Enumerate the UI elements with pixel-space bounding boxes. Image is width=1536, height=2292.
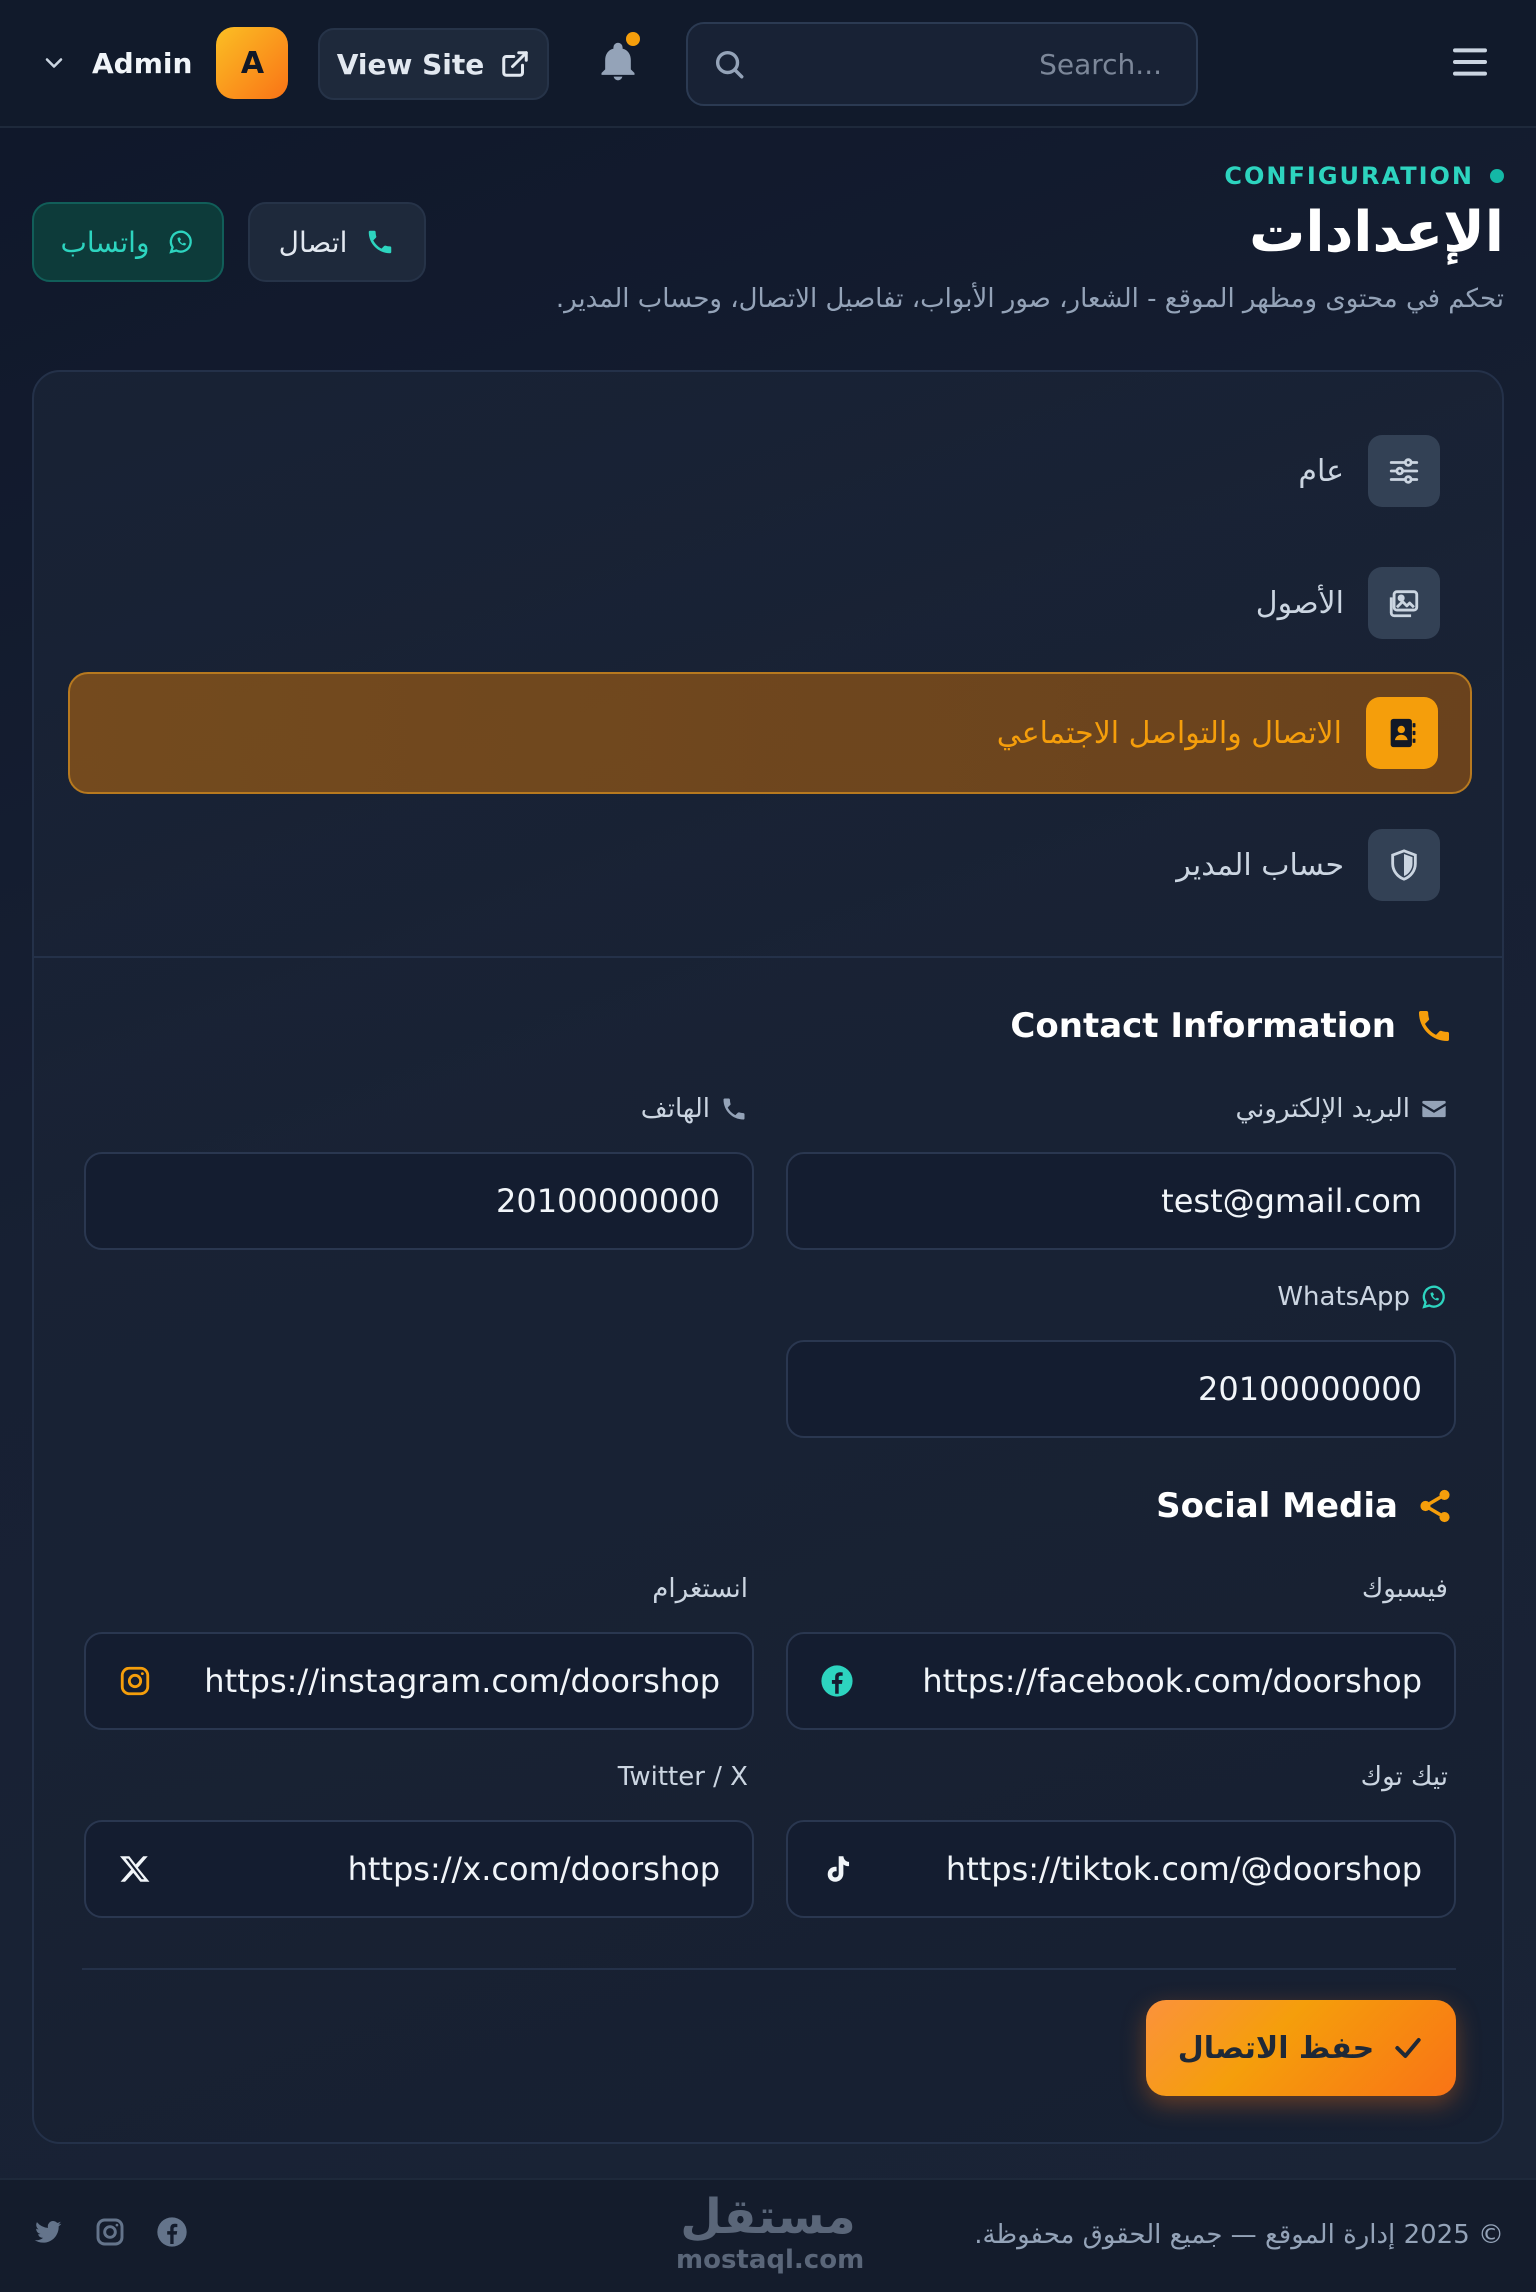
- instagram-label: انستغرام: [652, 1574, 748, 1604]
- tiktok-icon: [827, 1856, 850, 1882]
- check-icon: [1395, 2038, 1421, 2058]
- twitter-label-text: Twitter / X: [617, 1762, 748, 1792]
- social-section-heading: Social Media: [1156, 1486, 1454, 1526]
- eyebrow-text: CONFIGURATION: [1224, 162, 1474, 190]
- share-icon: [1420, 1489, 1450, 1523]
- brand-english: mostaql.com: [676, 2245, 865, 2275]
- facebook-label-text: فيسبوك: [1361, 1574, 1448, 1604]
- copyright-text: © 2025 إدارة الموقع — جميع الحقوق محفوظة…: [974, 2220, 1504, 2250]
- mostaql-watermark: مستقل mostaql.com: [676, 2188, 865, 2284]
- tab-label: عام: [1298, 453, 1344, 489]
- tab-general[interactable]: عام: [68, 410, 1472, 532]
- whatsapp-label: WhatsApp: [1277, 1282, 1448, 1312]
- phone-input[interactable]: [118, 1182, 720, 1220]
- search-input[interactable]: [746, 47, 1162, 81]
- whatsapp-icon: [1422, 1285, 1445, 1309]
- chevron-down-icon: [45, 58, 63, 68]
- whatsapp-icon: [169, 230, 193, 254]
- instagram-icon: [120, 1666, 150, 1696]
- eyebrow-dot: [1490, 169, 1504, 183]
- save-contact-button[interactable]: حفظ الاتصال: [1146, 2000, 1456, 2096]
- view-site-label: View Site: [336, 47, 485, 81]
- address-book-icon: [1366, 697, 1438, 769]
- facebook-icon: [821, 1665, 853, 1697]
- whatsapp-button-label: واتساب: [60, 225, 150, 259]
- whatsapp-button[interactable]: واتساب: [32, 202, 224, 282]
- tiktok-label-text: تيك توك: [1360, 1762, 1448, 1792]
- page-subtitle: تحكم في محتوى ومظهر الموقع - الشعار، صور…: [555, 284, 1504, 314]
- call-button[interactable]: اتصال: [248, 202, 426, 282]
- brand-arabic: مستقل: [680, 2189, 856, 2245]
- top-bar: Admin A View Site: [0, 0, 1536, 128]
- phone-icon: [723, 1098, 745, 1120]
- tab-label: حساب المدير: [1176, 847, 1344, 883]
- facebook-icon[interactable]: [156, 2216, 188, 2248]
- notification-badge: [626, 32, 640, 46]
- settings-card: عام الأصول الاتصال والتواصل الاجتماعي حس…: [32, 370, 1504, 2144]
- contact-section-heading: Contact Information: [1010, 1006, 1454, 1046]
- email-input[interactable]: [820, 1182, 1422, 1220]
- phone-field[interactable]: [84, 1152, 754, 1250]
- form-divider: [82, 1968, 1456, 1970]
- tiktok-field[interactable]: [786, 1820, 1456, 1918]
- external-link-icon: [502, 51, 529, 77]
- footer-social-links: [32, 2216, 188, 2248]
- social-heading-text: Social Media: [1156, 1486, 1398, 1526]
- view-site-button[interactable]: View Site: [318, 28, 549, 100]
- x-logo-icon: [119, 1856, 150, 1882]
- facebook-field[interactable]: [786, 1632, 1456, 1730]
- sliders-icon: [1368, 435, 1440, 507]
- tab-label: الأصول: [1255, 585, 1344, 621]
- email-field[interactable]: [786, 1152, 1456, 1250]
- contact-heading-text: Contact Information: [1010, 1006, 1396, 1046]
- email-label: البريد الإلكتروني: [1236, 1094, 1448, 1124]
- instagram-input[interactable]: [176, 1662, 720, 1700]
- section-eyebrow: CONFIGURATION: [1224, 162, 1504, 190]
- page-title: الإعدادات: [1249, 200, 1504, 265]
- footer: © 2025 إدارة الموقع — جميع الحقوق محفوظة…: [0, 2178, 1536, 2292]
- phone-label-text: الهاتف: [640, 1094, 710, 1124]
- images-icon: [1368, 567, 1440, 639]
- whatsapp-field[interactable]: [786, 1340, 1456, 1438]
- instagram-label-text: انستغرام: [652, 1574, 748, 1604]
- twitter-label: Twitter / X: [618, 1762, 748, 1792]
- envelope-icon: [1422, 1100, 1446, 1118]
- bell-icon[interactable]: [596, 40, 640, 84]
- tab-contact-social[interactable]: الاتصال والتواصل الاجتماعي: [68, 672, 1472, 794]
- search-bar: [686, 22, 1198, 106]
- shield-icon: [1368, 829, 1440, 901]
- phone-label: الهاتف: [641, 1094, 748, 1124]
- tab-label: الاتصال والتواصل الاجتماعي: [996, 715, 1342, 751]
- whatsapp-input[interactable]: [820, 1370, 1422, 1408]
- whatsapp-label-text: WhatsApp: [1277, 1282, 1410, 1312]
- twitter-input[interactable]: [176, 1850, 720, 1888]
- tab-assets[interactable]: الأصول: [68, 542, 1472, 664]
- user-menu[interactable]: Admin A: [40, 26, 289, 100]
- call-button-label: اتصال: [278, 225, 348, 259]
- user-name: Admin: [92, 46, 193, 80]
- phone-icon: [1419, 1011, 1449, 1041]
- tab-admin-account[interactable]: حساب المدير: [68, 804, 1472, 926]
- phone-icon: [369, 230, 392, 254]
- twitter-icon[interactable]: [32, 2216, 64, 2248]
- tabs-divider: [34, 956, 1502, 958]
- tiktok-input[interactable]: [878, 1850, 1422, 1888]
- twitter-field[interactable]: [84, 1820, 754, 1918]
- menu-icon[interactable]: [1450, 42, 1490, 82]
- instagram-field[interactable]: [84, 1632, 754, 1730]
- search-icon[interactable]: [712, 47, 746, 81]
- avatar[interactable]: A: [216, 27, 289, 99]
- save-button-label: حفظ الاتصال: [1177, 2030, 1375, 2066]
- instagram-icon[interactable]: [94, 2216, 126, 2248]
- facebook-input[interactable]: [878, 1662, 1422, 1700]
- email-label-text: البريد الإلكتروني: [1235, 1094, 1410, 1124]
- tiktok-label: تيك توك: [1361, 1762, 1448, 1792]
- facebook-label: فيسبوك: [1362, 1574, 1448, 1604]
